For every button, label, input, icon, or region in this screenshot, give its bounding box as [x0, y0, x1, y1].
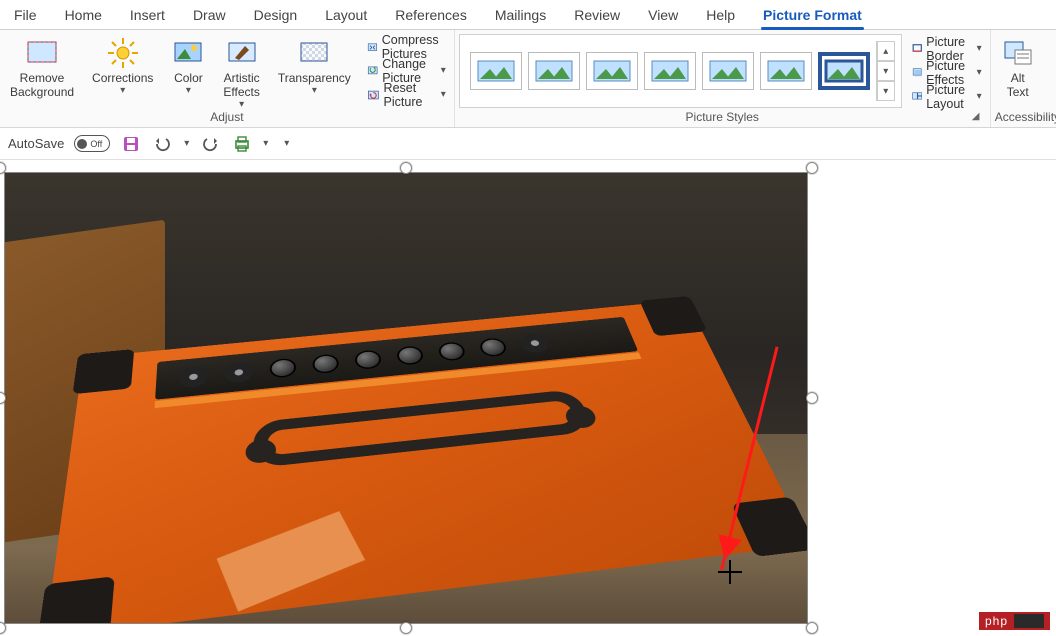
- tab-picture-format[interactable]: Picture Format: [749, 2, 876, 29]
- style-thumb-4[interactable]: [644, 52, 696, 90]
- sun-icon: [106, 36, 140, 70]
- style-thumb-5[interactable]: [702, 52, 754, 90]
- autosave-toggle[interactable]: Off: [74, 135, 110, 152]
- chevron-down-icon: ▾: [312, 86, 317, 96]
- reset-picture-label: Reset Picture: [384, 81, 437, 109]
- selected-picture[interactable]: [0, 168, 812, 628]
- qat-more[interactable]: ▾: [284, 139, 289, 149]
- alt-text-icon: [1001, 36, 1035, 70]
- gallery-expand-icon[interactable]: ▾: [877, 81, 895, 101]
- ribbon: Remove Background Corrections ▾ Color ▾: [0, 30, 1056, 128]
- color-button[interactable]: Color ▾: [165, 32, 211, 96]
- reset-picture-button[interactable]: Reset Picture ▾: [363, 83, 450, 107]
- chevron-down-icon: ▾: [977, 68, 982, 78]
- redo-button[interactable]: [199, 133, 221, 155]
- resize-handle-br[interactable]: [806, 622, 818, 634]
- undo-button[interactable]: [152, 133, 174, 155]
- transparency-icon: [297, 36, 331, 70]
- tab-insert[interactable]: Insert: [116, 2, 179, 29]
- transparency-label: Transparency: [278, 72, 351, 86]
- tab-file[interactable]: File: [0, 2, 51, 29]
- watermark-tail: [1014, 614, 1044, 628]
- chevron-down-icon: ▾: [120, 86, 125, 96]
- corrections-button[interactable]: Corrections ▾: [86, 32, 159, 96]
- picture-layout-icon: [912, 88, 922, 106]
- gallery-scroll[interactable]: ▴ ▾ ▾: [876, 41, 895, 101]
- chevron-down-icon: ▾: [239, 100, 244, 110]
- group-label-picture-styles: Picture Styles: [459, 110, 986, 126]
- tabs-bar: File Home Insert Draw Design Layout Refe…: [0, 0, 1056, 30]
- tab-view[interactable]: View: [634, 2, 692, 29]
- change-picture-button[interactable]: Change Picture ▾: [363, 59, 450, 83]
- artistic-effects-label: Artistic Effects: [223, 72, 259, 100]
- style-thumb-3[interactable]: [586, 52, 638, 90]
- chevron-down-icon: ▾: [441, 90, 446, 100]
- resize-handle-tr[interactable]: [806, 162, 818, 174]
- picture-styles-gallery[interactable]: ▴ ▾ ▾: [459, 34, 902, 108]
- tab-help[interactable]: Help: [692, 2, 749, 29]
- tab-review[interactable]: Review: [560, 2, 634, 29]
- alt-text-button[interactable]: Alt Text: [995, 32, 1041, 100]
- dialog-launcher-icon[interactable]: ◢: [972, 111, 986, 125]
- document-canvas[interactable]: php: [0, 160, 1056, 636]
- group-label-accessibility: Accessibility: [995, 110, 1056, 126]
- chevron-down-icon: ▾: [186, 86, 191, 96]
- style-thumb-1[interactable]: [470, 52, 522, 90]
- picture-layout-label: Picture Layout: [926, 83, 972, 111]
- watermark-badge: php: [979, 612, 1050, 630]
- quick-access-toolbar: AutoSave Off ▾ ▾ ▾: [0, 128, 1056, 160]
- quick-print-button[interactable]: [231, 133, 253, 155]
- effects-icon: [912, 64, 922, 82]
- compress-icon: [367, 38, 378, 56]
- remove-background-label: Remove Background: [10, 72, 74, 100]
- color-label: Color: [174, 72, 203, 86]
- undo-dropdown[interactable]: ▾: [184, 139, 189, 149]
- transparency-button[interactable]: Transparency ▾: [272, 32, 357, 96]
- picture-color-icon: [171, 36, 205, 70]
- watermark-text: php: [985, 614, 1008, 628]
- tab-design[interactable]: Design: [240, 2, 312, 29]
- autosave-state: Off: [90, 139, 102, 149]
- border-icon: [912, 40, 922, 58]
- tab-mailings[interactable]: Mailings: [481, 2, 560, 29]
- tab-home[interactable]: Home: [51, 2, 116, 29]
- tab-draw[interactable]: Draw: [179, 2, 240, 29]
- group-label-adjust: Adjust: [4, 110, 450, 126]
- style-thumb-2[interactable]: [528, 52, 580, 90]
- change-picture-icon: [367, 62, 378, 80]
- tab-layout[interactable]: Layout: [311, 2, 381, 29]
- picture-layout-button[interactable]: Picture Layout ▾: [908, 85, 986, 109]
- resize-handle-tm[interactable]: [400, 162, 412, 174]
- reset-icon: [367, 86, 380, 104]
- remove-background-icon: [25, 36, 59, 70]
- chevron-down-icon: ▾: [441, 66, 446, 76]
- remove-background-button[interactable]: Remove Background: [4, 32, 80, 100]
- autosave-label: AutoSave: [8, 136, 64, 151]
- chevron-up-icon[interactable]: ▴: [877, 41, 895, 61]
- alt-text-label: Alt Text: [1007, 72, 1029, 100]
- picture-effects-button[interactable]: Picture Effects ▾: [908, 61, 986, 85]
- save-button[interactable]: [120, 133, 142, 155]
- picture-border-button[interactable]: Picture Border ▾: [908, 37, 986, 61]
- compress-pictures-button[interactable]: Compress Pictures: [363, 35, 450, 59]
- chevron-down-icon: ▾: [977, 44, 982, 54]
- style-thumb-7[interactable]: [818, 52, 870, 90]
- style-thumb-6[interactable]: [760, 52, 812, 90]
- picture-content: [4, 172, 808, 624]
- resize-handle-bm[interactable]: [400, 622, 412, 634]
- chevron-down-icon: ▾: [977, 92, 982, 102]
- tab-references[interactable]: References: [381, 2, 481, 29]
- brush-icon: [225, 36, 259, 70]
- chevron-down-icon[interactable]: ▾: [877, 61, 895, 81]
- resize-handle-mr[interactable]: [806, 392, 818, 404]
- corrections-label: Corrections: [92, 72, 153, 86]
- artistic-effects-button[interactable]: Artistic Effects ▾: [217, 32, 265, 110]
- qat-customize[interactable]: ▾: [263, 139, 268, 149]
